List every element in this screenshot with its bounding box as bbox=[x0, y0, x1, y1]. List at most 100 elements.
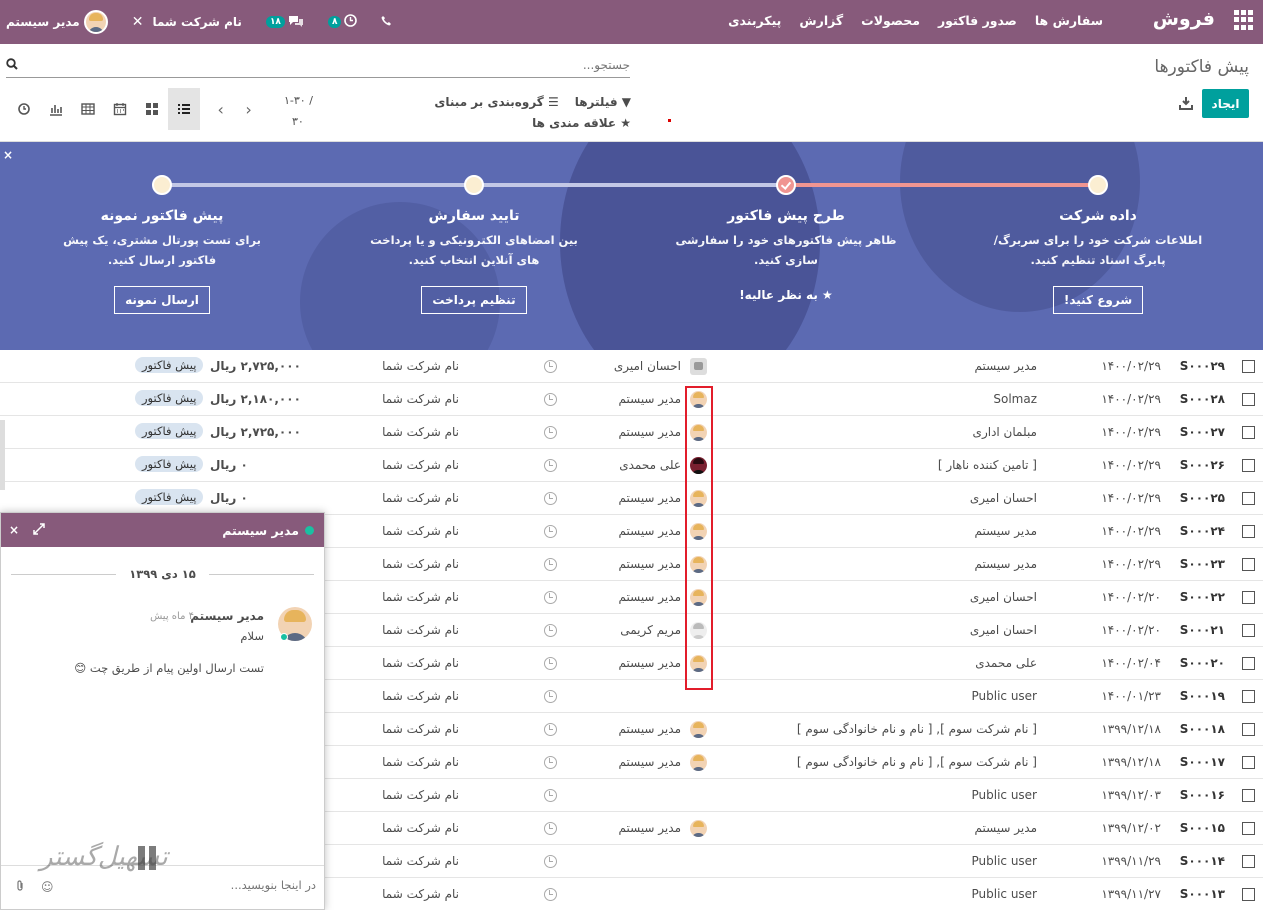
table-row[interactable]: S۰۰۰۲۹ ۱۴۰۰/۰۲/۲۹ مدیر سیستم احسان امیری نام… bbox=[0, 350, 1263, 383]
user-menu[interactable]: مدیر سیستم bbox=[6, 10, 108, 34]
activity-clock-icon[interactable] bbox=[544, 393, 557, 406]
step-sample-quotation: پیش فاکتور نمونه برای تست پورتال مشتری، … bbox=[47, 208, 277, 314]
messages-menu[interactable]: ۱۸ bbox=[265, 15, 304, 30]
activities-menu[interactable]: ۸ bbox=[327, 14, 358, 30]
row-checkbox[interactable] bbox=[1242, 360, 1255, 373]
pager[interactable]: ۱-۳۰ / ۳۰ bbox=[284, 90, 328, 132]
expand-icon[interactable] bbox=[33, 523, 45, 538]
onboarding-banner: × داده شرکت اطلاعات شرکت خود را برای سرب… bbox=[0, 142, 1263, 350]
chat-header[interactable]: مدیر سیستم × bbox=[1, 513, 324, 547]
salesperson-avatar bbox=[690, 721, 707, 738]
activity-clock-icon[interactable] bbox=[544, 822, 557, 835]
row-checkbox[interactable] bbox=[1242, 723, 1255, 736]
create-button[interactable]: ایجاد bbox=[1202, 89, 1249, 118]
customer-name: مدیر سیستم bbox=[974, 524, 1038, 538]
table-row[interactable]: S۰۰۰۲۷ ۱۴۰۰/۰۲/۲۹ مبلمان اداری مدیر سیستم نا… bbox=[0, 416, 1263, 449]
pager-range[interactable]: ۱-۳۰ / bbox=[284, 90, 328, 111]
company-name: نام شرکت شما bbox=[382, 821, 459, 835]
activity-view-button[interactable] bbox=[8, 88, 40, 130]
menu-products[interactable]: محصولات bbox=[861, 13, 920, 28]
activity-clock-icon[interactable] bbox=[544, 690, 557, 703]
company-name: نام شرکت شما bbox=[382, 557, 459, 571]
order-date: ۱۳۹۹/۱۱/۲۹ bbox=[1101, 854, 1161, 868]
step-dot-confirm bbox=[464, 175, 484, 195]
customer-name: احسان امیری bbox=[969, 491, 1037, 505]
row-checkbox[interactable] bbox=[1242, 855, 1255, 868]
set-payment-button[interactable]: تنظیم پرداخت bbox=[421, 286, 527, 314]
row-checkbox[interactable] bbox=[1242, 426, 1255, 439]
pager-arrows: ‹ › bbox=[216, 100, 253, 119]
row-checkbox[interactable] bbox=[1242, 822, 1255, 835]
row-checkbox[interactable] bbox=[1242, 888, 1255, 901]
row-checkbox[interactable] bbox=[1242, 789, 1255, 802]
activity-clock-icon[interactable] bbox=[544, 723, 557, 736]
row-checkbox[interactable] bbox=[1242, 459, 1255, 472]
company-switcher[interactable]: ✕ نام شرکت شما bbox=[132, 14, 242, 30]
chat-input[interactable] bbox=[86, 878, 316, 892]
row-checkbox[interactable] bbox=[1242, 657, 1255, 670]
activity-clock-icon[interactable] bbox=[544, 591, 557, 604]
activity-clock-icon[interactable] bbox=[544, 525, 557, 538]
apps-menu-icon[interactable] bbox=[1233, 10, 1253, 30]
table-row[interactable]: S۰۰۰۲۶ ۱۴۰۰/۰۲/۲۹ [ تامین کننده ناهار ] علی… bbox=[0, 449, 1263, 482]
customer-name: Public user bbox=[971, 788, 1037, 802]
activity-clock-icon[interactable] bbox=[544, 459, 557, 472]
paperclip-icon[interactable] bbox=[15, 880, 25, 895]
pivot-view-button[interactable] bbox=[72, 88, 104, 130]
chevron-right-icon[interactable]: › bbox=[244, 100, 254, 119]
activity-clock-icon[interactable] bbox=[544, 657, 557, 670]
table-row[interactable]: S۰۰۰۲۵ ۱۴۰۰/۰۲/۲۹ احسان امیری مدیر سیستم نام… bbox=[0, 482, 1263, 515]
activity-clock-icon[interactable] bbox=[544, 558, 557, 571]
kanban-view-button[interactable] bbox=[136, 88, 168, 130]
menu-configuration[interactable]: پیکربندی bbox=[728, 13, 781, 28]
row-checkbox[interactable] bbox=[1242, 492, 1255, 505]
row-checkbox[interactable] bbox=[1242, 591, 1255, 604]
row-checkbox[interactable] bbox=[1242, 558, 1255, 571]
emoji-icon[interactable]: ☺ bbox=[41, 880, 54, 894]
start-button[interactable]: شروع کنید! bbox=[1052, 286, 1144, 314]
activity-clock-icon[interactable] bbox=[544, 426, 557, 439]
download-icon[interactable] bbox=[1179, 96, 1193, 110]
row-checkbox[interactable] bbox=[1242, 624, 1255, 637]
company-name: نام شرکت شما bbox=[382, 887, 459, 901]
filters-dropdown[interactable]: ▼ فیلترها bbox=[575, 92, 631, 113]
customer-name: مدیر سیستم bbox=[974, 557, 1038, 571]
close-chat-icon[interactable]: × bbox=[9, 523, 19, 537]
row-checkbox[interactable] bbox=[1242, 756, 1255, 769]
activity-clock-icon[interactable] bbox=[544, 360, 557, 373]
voip-phone[interactable] bbox=[381, 15, 392, 29]
send-sample-button[interactable]: ارسال نمونه bbox=[114, 286, 210, 314]
table-row[interactable]: S۰۰۰۲۸ ۱۴۰۰/۰۲/۲۹ Solmaz مدیر سیستم نام شرکت… bbox=[0, 383, 1263, 416]
company-name: نام شرکت شما bbox=[382, 359, 459, 373]
favorites-dropdown[interactable]: ★ علاقه مندی ها bbox=[532, 116, 631, 130]
close-banner-icon[interactable]: × bbox=[3, 148, 13, 162]
menu-reporting[interactable]: گزارش bbox=[799, 13, 843, 28]
looks-great-link[interactable]: ★ به نظر عالیه! bbox=[671, 288, 901, 302]
order-number: S۰۰۰۲۲ bbox=[1179, 590, 1225, 604]
menu-orders[interactable]: سفارش ها bbox=[1035, 13, 1103, 28]
row-checkbox[interactable] bbox=[1242, 690, 1255, 703]
company-name: نام شرکت شما bbox=[382, 656, 459, 670]
row-checkbox[interactable] bbox=[1242, 525, 1255, 538]
scrollbar[interactable] bbox=[0, 420, 5, 490]
order-date: ۱۴۰۰/۰۲/۲۰ bbox=[1101, 623, 1161, 637]
chevron-left-icon[interactable]: ‹ bbox=[216, 100, 226, 119]
list-view-button[interactable] bbox=[168, 88, 200, 130]
activity-clock-icon[interactable] bbox=[544, 789, 557, 802]
graph-view-button[interactable] bbox=[40, 88, 72, 130]
app-brand[interactable]: فروش bbox=[1153, 8, 1215, 30]
search-input[interactable] bbox=[30, 54, 630, 76]
activity-clock-icon[interactable] bbox=[544, 855, 557, 868]
step-dot-company bbox=[1088, 175, 1108, 195]
activity-clock-icon[interactable] bbox=[544, 624, 557, 637]
activity-clock-icon[interactable] bbox=[544, 888, 557, 901]
search-icon[interactable] bbox=[6, 58, 18, 70]
calendar-view-button[interactable] bbox=[104, 88, 136, 130]
row-checkbox[interactable] bbox=[1242, 393, 1255, 406]
customer-name: Public user bbox=[971, 854, 1037, 868]
order-date: ۱۴۰۰/۰۲/۲۹ bbox=[1101, 458, 1161, 472]
menu-invoicing[interactable]: صدور فاکتور bbox=[938, 13, 1017, 28]
groupby-dropdown[interactable]: ☰ گروه‌بندی بر مبنای bbox=[434, 92, 558, 113]
activity-clock-icon[interactable] bbox=[544, 492, 557, 505]
activity-clock-icon[interactable] bbox=[544, 756, 557, 769]
